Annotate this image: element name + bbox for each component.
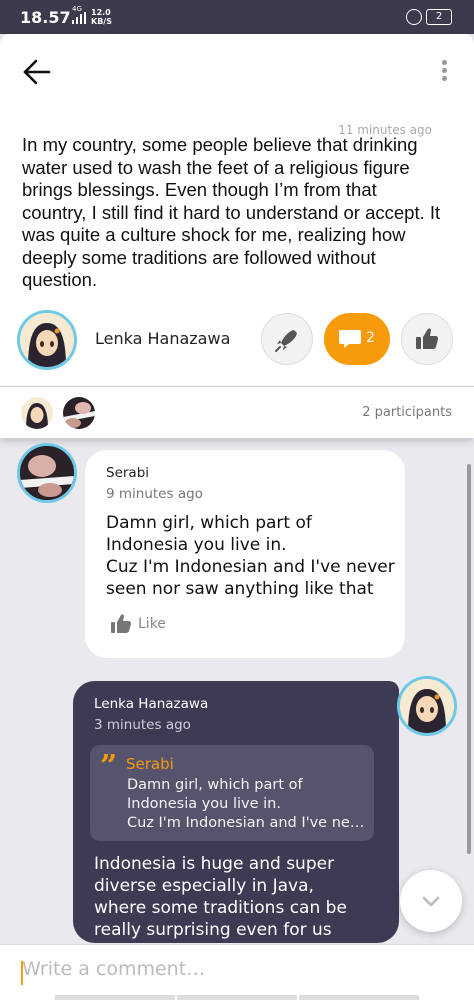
status-bar: 18.57 4G 12.0 KB/S 2 [0,0,474,34]
back-arrow-icon[interactable] [22,58,52,86]
thumbs-up-icon [416,328,438,349]
boost-button[interactable] [261,313,313,365]
battery-icon: 2 [426,9,452,25]
participants-count: 2 participants [362,405,452,420]
participant-avatar[interactable] [21,397,53,429]
keyboard-suggestion-strip [55,995,419,1000]
comment-input[interactable] [22,958,442,980]
scrollbar[interactable] [467,464,471,854]
rocket-icon [275,330,297,352]
quote-icon: ” [100,749,118,784]
status-time: 18.57 [20,8,71,27]
comment-like-button[interactable]: Like [110,613,166,635]
comment-text: Damn girl, which part of Indonesia you l… [106,513,395,599]
quote-text: Damn girl, which part of Indonesia you l… [127,777,365,831]
own-avatar[interactable] [397,676,457,736]
thumbs-up-icon [111,614,131,633]
comments-button[interactable]: 2 [324,313,390,365]
comment-author[interactable]: Serabi [106,465,149,481]
rotation-lock-icon [406,9,422,25]
network-type: 4G [72,5,82,13]
post-body: In my country, some people believe that … [22,134,441,290]
comment-card-own: Lenka Hanazawa 3 minutes ago ” Serabi Da… [73,681,399,943]
quote-author: Serabi [126,755,174,773]
post-divider [0,386,474,387]
chevron-down-icon [422,896,440,907]
quoted-comment[interactable]: ” Serabi Damn girl, which part of Indone… [90,745,374,841]
comment-timestamp: 3 minutes ago [94,717,191,733]
comment-timestamp: 9 minutes ago [106,486,203,502]
author-avatar[interactable] [17,310,77,370]
network-speed: 12.0 KB/S [91,8,112,26]
author-name[interactable]: Lenka Hanazawa [95,329,230,348]
comment-icon [339,330,361,348]
commenter-avatar[interactable] [17,443,77,503]
scroll-down-button[interactable] [400,870,462,932]
comment-author[interactable]: Lenka Hanazawa [94,696,208,712]
signal-icon [72,12,86,24]
like-button[interactable] [401,313,453,365]
comment-count: 2 [366,330,375,346]
comment-composer [0,944,474,1000]
like-label: Like [138,616,166,632]
comment-card: Serabi 9 minutes ago Damn girl, which pa… [85,450,405,658]
comment-text: Indonesia is huge and super diverse espe… [94,854,347,940]
more-options-icon[interactable] [440,60,448,86]
participant-avatar[interactable] [63,397,95,429]
